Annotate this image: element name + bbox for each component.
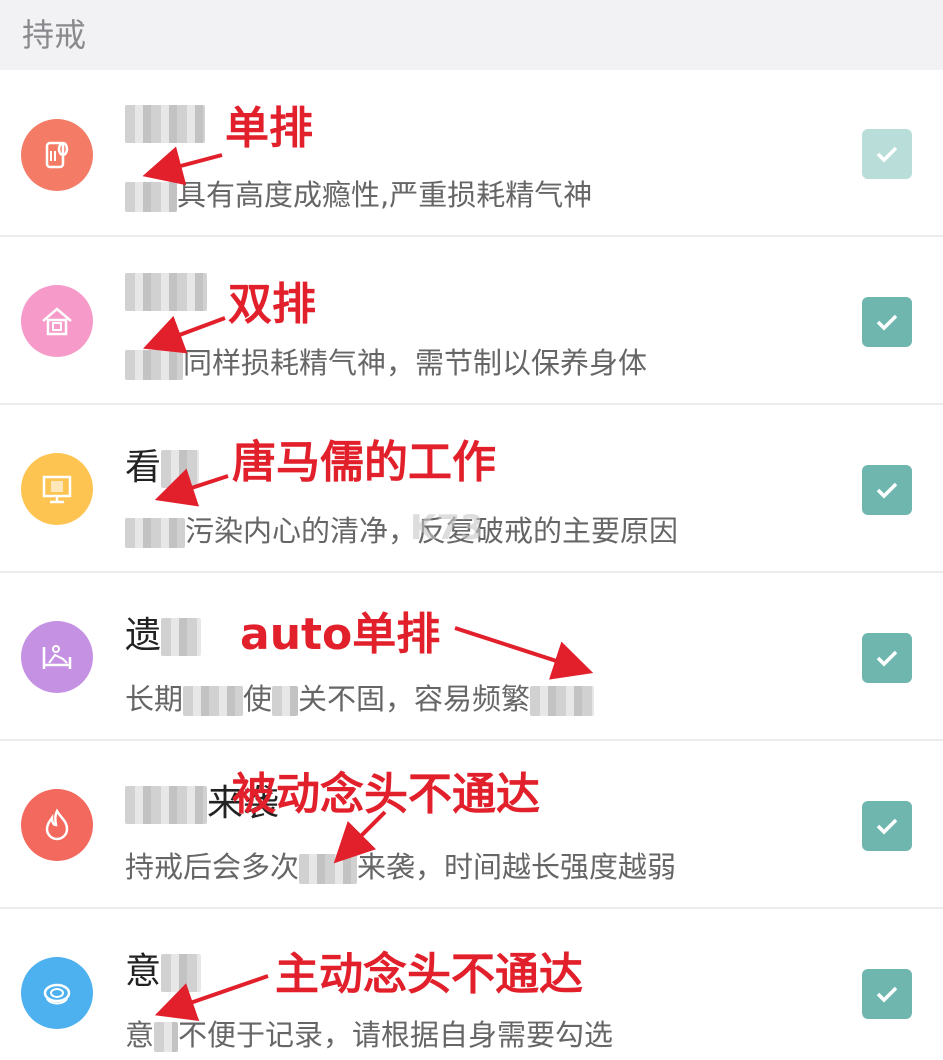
annotation-1: 单排 [225, 103, 313, 154]
list-item-4[interactable]: 遗 长期使关不固，容易频繁 [0, 574, 943, 741]
item-title [125, 270, 207, 311]
bed-icon [21, 621, 93, 693]
watermark: K73 [410, 508, 484, 548]
flame-icon [21, 789, 93, 861]
checkbox[interactable] [862, 297, 912, 347]
monitor-icon [21, 453, 93, 525]
checkbox[interactable] [862, 969, 912, 1019]
section-title: 持戒 [22, 16, 87, 54]
checkbox[interactable] [862, 465, 912, 515]
tangle-icon [21, 957, 93, 1029]
item-title: 遗 [125, 606, 202, 658]
annotation-2: 双排 [228, 279, 316, 330]
list-item-2[interactable]: 同样损耗精气神，需节制以保养身体 [0, 238, 943, 405]
item-description: 长期使关不固，容易频繁 [125, 676, 595, 718]
item-description: 持戒后会多次 来袭，时间越长强度越弱 [125, 850, 677, 884]
item-title: 意 [125, 942, 202, 994]
item-description: 同样损耗精气神，需节制以保养身体 [125, 340, 647, 382]
annotation-3: 唐马儒的工作 [232, 437, 496, 488]
item-description: 意不便于记录，请根据自身需要勾选 [125, 1018, 614, 1052]
checkbox[interactable] [862, 633, 912, 683]
checkbox[interactable] [862, 129, 912, 179]
house-icon [21, 285, 93, 357]
annotation-4: auto单排 [240, 609, 441, 660]
section-header: 持戒 [0, 0, 943, 70]
item-description: 污染内心的清净，反复破戒的主要原因 [125, 508, 678, 550]
annotation-5: 被动念头不通达 [232, 769, 540, 820]
annotation-6: 主动念头不通达 [275, 949, 583, 1000]
item-title [125, 102, 205, 143]
item-title: 看 [125, 438, 200, 490]
item-description: 具有高度成瘾性,严重损耗精气神 [125, 172, 592, 214]
checkbox[interactable] [862, 801, 912, 851]
list-item-1[interactable]: 具有高度成瘾性,严重损耗精气神 [0, 70, 943, 237]
toilet-paper-icon [21, 119, 93, 191]
